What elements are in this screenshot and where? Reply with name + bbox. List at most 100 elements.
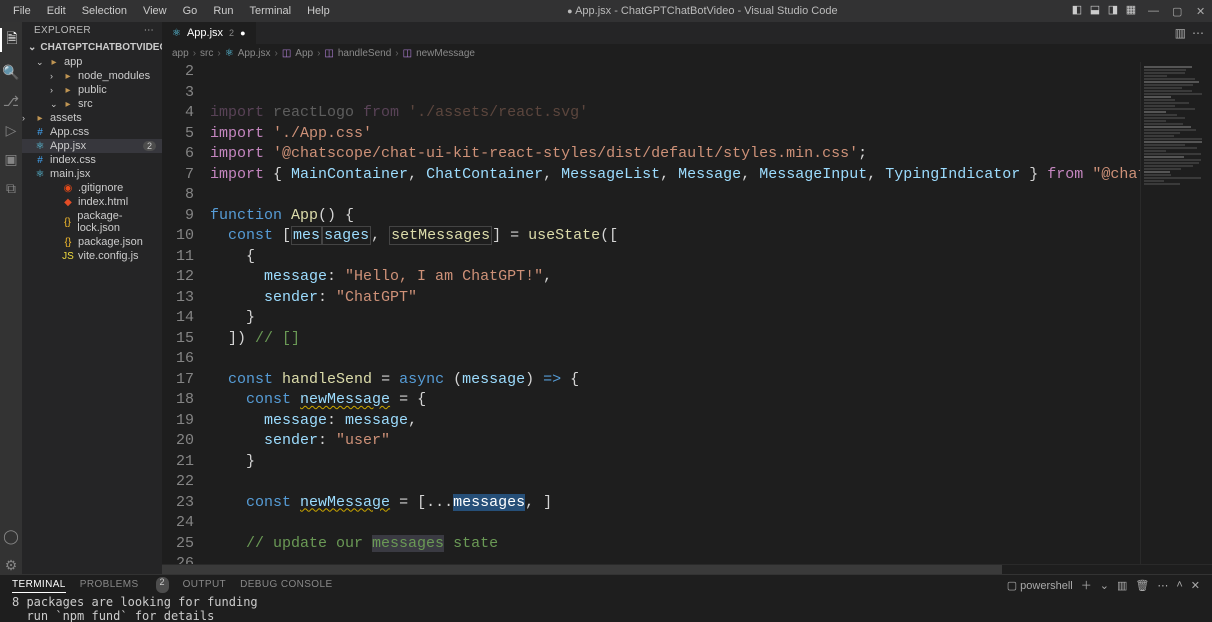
layout-bottom-icon[interactable]: ⬓ <box>1086 3 1104 20</box>
panel-close-icon[interactable]: ✕ <box>1191 579 1200 592</box>
minimap-line <box>1144 162 1199 164</box>
tree-item-assets[interactable]: ›▸assets <box>22 111 162 125</box>
window-title-text: App.jsx - ChatGPTChatBotVideo - Visual S… <box>575 5 838 17</box>
tree-item-App-css[interactable]: #App.css <box>22 125 162 139</box>
code-line[interactable]: sender: "user" <box>210 431 1100 452</box>
code-line[interactable]: import reactLogo from './assets/react.sv… <box>210 103 1100 124</box>
panel-tab-output[interactable]: OUTPUT <box>183 577 227 593</box>
code-line[interactable]: { <box>210 247 1100 268</box>
account-icon[interactable]: ◯ <box>0 528 22 545</box>
code-line[interactable] <box>210 185 1100 206</box>
editor-tab-App-jsx[interactable]: ⚛App.jsx2 <box>162 22 257 44</box>
menu-edit[interactable]: Edit <box>40 3 73 19</box>
explorer-more-icon[interactable]: ⋯ <box>144 25 154 40</box>
breadcrumb-segment[interactable]: app <box>172 48 189 59</box>
panel-tab-problems[interactable]: PROBLEMS <box>80 577 139 593</box>
menu-go[interactable]: Go <box>176 3 205 19</box>
code-line[interactable]: message: "Hello, I am ChatGPT!", <box>210 267 1100 288</box>
code-token: sages <box>322 226 371 245</box>
code-line[interactable]: // update our messages state <box>210 534 1100 555</box>
panel-maximize-icon[interactable]: ˄ <box>1176 579 1182 591</box>
breadcrumb[interactable]: app›src›⚛App.jsx›◫App›◫handleSend›◫newMe… <box>162 44 1212 62</box>
panel-tab-debug-console[interactable]: DEBUG CONSOLE <box>240 577 332 593</box>
maximize-button[interactable]: ▢ <box>1164 3 1188 20</box>
terminal-shell-label[interactable]: ▢ powershell <box>1007 579 1073 592</box>
code-line[interactable]: const newMessage = { <box>210 390 1100 411</box>
split-editor-icon[interactable]: ▥ <box>1175 26 1186 40</box>
layout-left-icon[interactable]: ◧ <box>1068 3 1086 20</box>
code-line[interactable]: sender: "ChatGPT" <box>210 288 1100 309</box>
breadcrumb-segment[interactable]: newMessage <box>416 48 475 59</box>
layout-grid-icon[interactable]: ▦ <box>1122 3 1140 20</box>
line-number: 26 <box>162 554 194 564</box>
code-token: './App.css' <box>273 125 372 142</box>
extensions-icon[interactable]: ▣ <box>0 151 22 168</box>
close-button[interactable]: ✕ <box>1188 3 1212 20</box>
tree-item-main-jsx[interactable]: ⚛main.jsx <box>22 167 162 181</box>
tree-item-node_modules[interactable]: ›▸node_modules <box>22 69 162 83</box>
code-line[interactable]: import './App.css' <box>210 124 1100 145</box>
code-line[interactable]: message: message, <box>210 411 1100 432</box>
tree-item-index-html[interactable]: ◆index.html <box>22 195 162 209</box>
explorer-icon[interactable]: 🗎 <box>0 28 22 52</box>
tree-item-package-json[interactable]: {}package.json <box>22 235 162 249</box>
tree-item-App-jsx[interactable]: ⚛App.jsx2 <box>22 139 162 153</box>
minimap-line <box>1144 105 1175 107</box>
code-line[interactable]: import { MainContainer, ChatContainer, M… <box>210 165 1100 186</box>
menu-view[interactable]: View <box>136 3 174 19</box>
run-debug-icon[interactable]: ▷ <box>0 122 22 139</box>
code-line[interactable] <box>210 349 1100 370</box>
menu-selection[interactable]: Selection <box>75 3 134 19</box>
code-line[interactable]: const handleSend = async (message) => { <box>210 370 1100 391</box>
minimap[interactable] <box>1140 62 1212 564</box>
more-actions-icon[interactable]: ⋯ <box>1192 26 1204 40</box>
terminal-dropdown-icon[interactable]: ⌄ <box>1100 579 1109 592</box>
tree-item-index-css[interactable]: #index.css <box>22 153 162 167</box>
source-control-icon[interactable]: ⎇ <box>0 93 22 110</box>
code-line[interactable]: } <box>210 452 1100 473</box>
code-line[interactable] <box>210 513 1100 534</box>
tree-item-vite-config-js[interactable]: JSvite.config.js <box>22 249 162 263</box>
remote-icon[interactable]: ⧉ <box>0 180 22 197</box>
code-line[interactable]: ]) // [] <box>210 329 1100 350</box>
code-line[interactable] <box>210 554 1100 564</box>
minimize-button[interactable]: — <box>1140 3 1164 20</box>
scrollbar-thumb[interactable] <box>162 565 1002 574</box>
tree-item-public[interactable]: ›▸public <box>22 83 162 97</box>
workspace-root[interactable]: CHATGPTCHATBOTVIDEO <box>22 40 162 55</box>
code-content[interactable]: import reactLogo from './assets/react.sv… <box>210 62 1140 564</box>
code-line[interactable] <box>210 472 1100 493</box>
tree-item--gitignore[interactable]: ◉.gitignore <box>22 181 162 195</box>
line-number: 18 <box>162 390 194 411</box>
code-line[interactable]: 💡 const newMessage = [...messages, ] <box>210 493 1100 514</box>
terminal-output[interactable]: 8 packages are looking for funding run `… <box>0 593 1212 622</box>
tree-item-app[interactable]: ⌄▸app <box>22 55 162 69</box>
breadcrumb-segment[interactable]: handleSend <box>338 48 391 59</box>
editor-h-scrollbar[interactable] <box>162 564 1212 574</box>
code-line[interactable]: import '@chatscope/chat-ui-kit-react-sty… <box>210 144 1100 165</box>
kill-terminal-icon[interactable]: 🗑 <box>1135 579 1149 592</box>
settings-gear-icon[interactable]: ⚙ <box>0 557 22 574</box>
panel-tab-terminal[interactable]: TERMINAL <box>12 577 66 593</box>
title-bar: FileEditSelectionViewGoRunTerminalHelp A… <box>0 0 1212 22</box>
split-terminal-icon[interactable]: ▥ <box>1117 579 1127 592</box>
breadcrumb-segment[interactable]: src <box>200 48 213 59</box>
code-line[interactable]: const [messages, setMessages] = useState… <box>210 226 1100 247</box>
menu-file[interactable]: File <box>6 3 38 19</box>
panel-more-icon[interactable]: ⋯ <box>1157 579 1168 592</box>
breadcrumb-segment[interactable]: App <box>295 48 313 59</box>
new-terminal-icon[interactable]: ＋ <box>1081 577 1092 593</box>
tree-item-package-lock-json[interactable]: {}package-lock.json <box>22 209 162 235</box>
tree-item-label: App.jsx <box>50 140 86 152</box>
menu-run[interactable]: Run <box>206 3 240 19</box>
code-editor[interactable]: 2345678910111213141516171819202122232425… <box>162 62 1212 564</box>
code-line[interactable]: function App() { <box>210 206 1100 227</box>
code-line[interactable]: } <box>210 308 1100 329</box>
tree-item-src[interactable]: ⌄▸src <box>22 97 162 111</box>
layout-right-icon[interactable]: ◨ <box>1104 3 1122 20</box>
code-token <box>291 494 300 511</box>
menu-help[interactable]: Help <box>300 3 337 19</box>
menu-terminal[interactable]: Terminal <box>243 3 299 19</box>
breadcrumb-segment[interactable]: App.jsx <box>238 48 271 59</box>
search-icon[interactable]: 🔍 <box>0 64 22 81</box>
